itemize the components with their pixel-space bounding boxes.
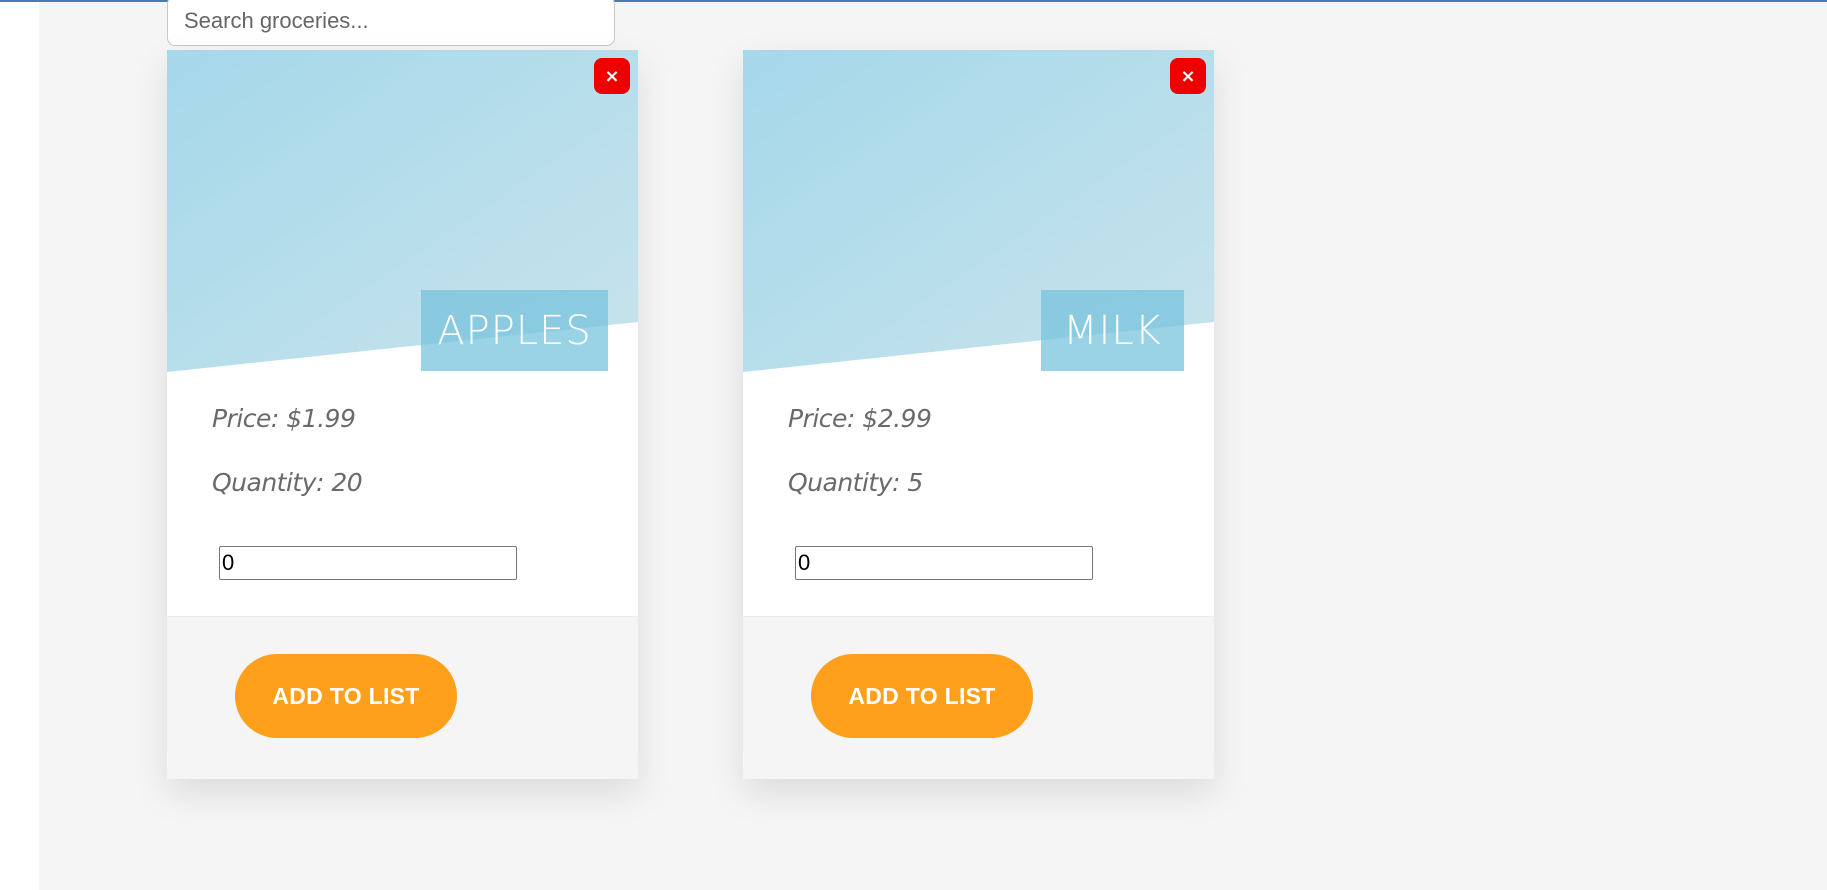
search-input[interactable] — [167, 0, 615, 46]
card-footer: ADD TO LIST — [167, 616, 638, 779]
add-to-list-button[interactable]: ADD TO LIST — [235, 654, 457, 738]
product-card-milk: MILK × Price: $2.99 Quantity: 5 ADD TO L… — [743, 50, 1214, 779]
close-icon: × — [1180, 65, 1196, 87]
product-name: APPLES — [437, 307, 592, 354]
product-name-banner: APPLES — [421, 290, 608, 371]
main-content: APPLES × Price: $1.99 Quantity: 20 ADD T… — [39, 0, 1827, 890]
product-price: Price: $1.99 — [212, 404, 356, 433]
quantity-input[interactable] — [795, 546, 1093, 580]
product-name-banner: MILK — [1041, 290, 1184, 371]
close-icon: × — [604, 65, 620, 87]
product-name: MILK — [1063, 307, 1162, 354]
remove-card-button[interactable]: × — [594, 58, 630, 94]
product-quantity: Quantity: 20 — [212, 468, 363, 497]
remove-card-button[interactable]: × — [1170, 58, 1206, 94]
product-card-apples: APPLES × Price: $1.99 Quantity: 20 ADD T… — [167, 50, 638, 779]
product-quantity: Quantity: 5 — [788, 468, 923, 497]
quantity-input[interactable] — [219, 546, 517, 580]
card-footer: ADD TO LIST — [743, 616, 1214, 779]
add-to-list-button[interactable]: ADD TO LIST — [811, 654, 1033, 738]
product-price: Price: $2.99 — [788, 404, 932, 433]
